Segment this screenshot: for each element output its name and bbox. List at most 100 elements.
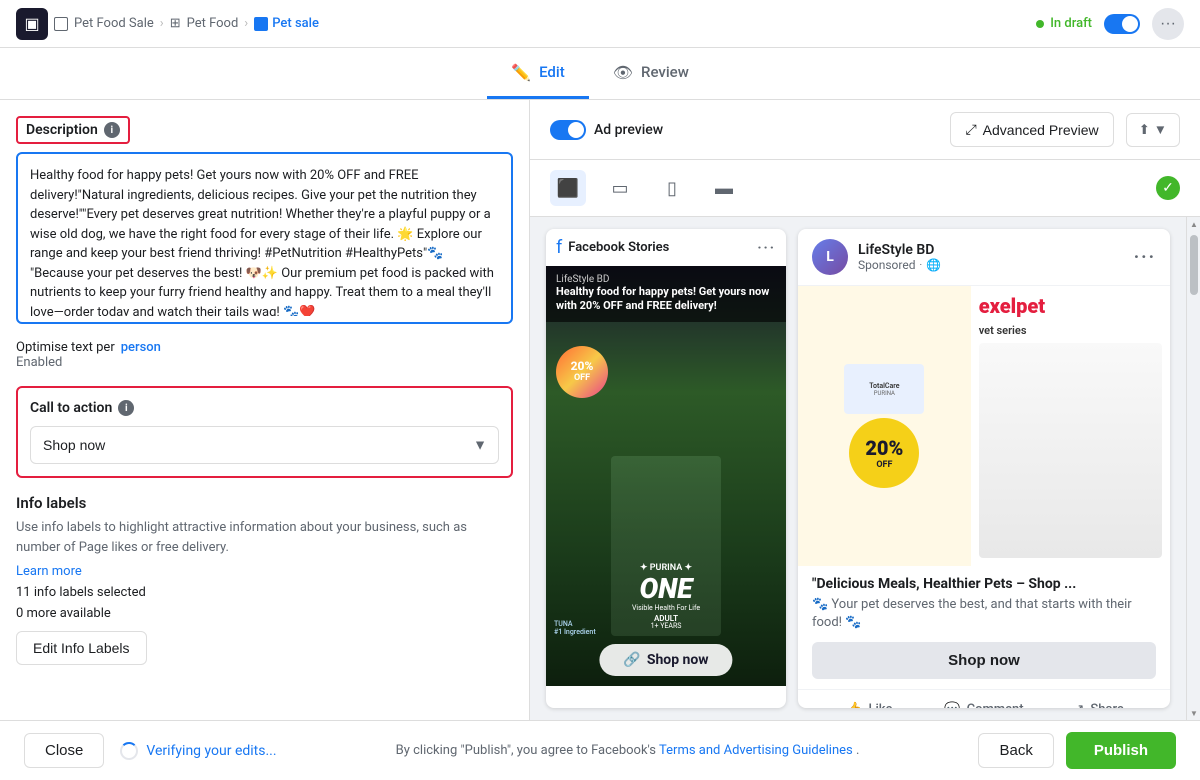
more-button[interactable]: ··· bbox=[1152, 8, 1184, 40]
comment-button[interactable]: 💬 Comment bbox=[927, 694, 1042, 708]
preview-header: Ad preview ⤢ Advanced Preview ⬆ ▼ bbox=[530, 100, 1200, 160]
stories-discount-off: OFF bbox=[574, 374, 590, 384]
feed-product-image bbox=[979, 343, 1162, 558]
learn-more-link[interactable]: Learn more bbox=[16, 564, 82, 579]
optimise-link[interactable]: person bbox=[121, 340, 161, 355]
optimise-label: Optimise text per bbox=[16, 340, 115, 355]
terms-link[interactable]: Terms and Advertising Guidelines bbox=[659, 743, 853, 758]
review-icon: 👁 bbox=[613, 63, 633, 82]
breadcrumb-item-1[interactable]: Pet Food Sale bbox=[54, 16, 154, 31]
advanced-preview-label: Advanced Preview bbox=[983, 122, 1099, 138]
breadcrumb-area: ▣ Pet Food Sale › ⊞ Pet Food › Pet sale bbox=[16, 8, 1028, 40]
device-desktop-button[interactable]: ⬛ bbox=[550, 170, 586, 206]
cta-label-text: Call to action bbox=[30, 400, 112, 416]
share-action-icon: ↗ bbox=[1073, 702, 1084, 708]
tab-edit[interactable]: ✏️ Edit bbox=[487, 49, 589, 99]
device-icons: ⬛ ▭ ▯ ▬ bbox=[550, 170, 742, 206]
description-section: Description i Healthy food for happy pet… bbox=[16, 116, 513, 324]
scroll-down-arrow[interactable]: ▼ bbox=[1187, 706, 1200, 720]
stories-brand: LifeStyle BD bbox=[556, 274, 776, 285]
feed-info: LifeStyle BD Sponsored · 🌐 bbox=[858, 242, 1124, 272]
edit-icon: ✏️ bbox=[511, 63, 531, 82]
back-button[interactable]: Back bbox=[978, 733, 1053, 768]
device-tablet-button[interactable]: ▭ bbox=[602, 170, 638, 206]
feed-more-button[interactable]: ··· bbox=[1134, 247, 1156, 268]
scroll-up-arrow[interactable]: ▲ bbox=[1187, 217, 1200, 231]
preview-content-area: f Facebook Stories ··· LifeStyle BD Heal… bbox=[530, 217, 1186, 720]
feed-products-left: TotalCare PURINA 20% OFF bbox=[844, 364, 924, 488]
like-label: Like bbox=[868, 702, 892, 708]
info-labels-count-available: 0 more available bbox=[16, 606, 513, 621]
share-button[interactable]: ⬆ ▼ bbox=[1126, 113, 1180, 147]
stories-headline: Healthy food for happy pets! Get yours n… bbox=[556, 285, 776, 314]
description-textarea[interactable]: Healthy food for happy pets! Get yours n… bbox=[20, 156, 509, 316]
device-selector: ⬛ ▭ ▯ ▬ ✓ bbox=[530, 160, 1200, 217]
main-content: Description i Healthy food for happy pet… bbox=[0, 100, 1200, 720]
share-action-label: Share bbox=[1090, 702, 1124, 708]
publish-button[interactable]: Publish bbox=[1066, 732, 1176, 769]
device-horizontal-button[interactable]: ▬ bbox=[706, 170, 742, 206]
like-icon: 👍 bbox=[846, 702, 862, 708]
stories-purina-text: ✦ PURINA ✦ ONE Visible Health For Life A… bbox=[632, 564, 700, 631]
optimise-row: Optimise text per person bbox=[16, 340, 513, 355]
feed-image: TotalCare PURINA 20% OFF bbox=[798, 286, 1170, 566]
right-scrollbar[interactable]: ▲ ▼ bbox=[1186, 217, 1200, 720]
feed-image-right: exelpet vet series bbox=[971, 286, 1170, 566]
comment-label: Comment bbox=[967, 702, 1024, 708]
cta-info-icon[interactable]: i bbox=[118, 400, 134, 416]
exelpet-label: exelpet bbox=[979, 294, 1162, 318]
publish-notice-period: . bbox=[856, 743, 859, 758]
globe-icon: 🌐 bbox=[926, 258, 941, 272]
status-toggle[interactable] bbox=[1104, 14, 1140, 34]
discount-off: OFF bbox=[876, 460, 892, 470]
discount-pct: 20% bbox=[865, 436, 903, 460]
sidebar-toggle[interactable]: ▣ bbox=[16, 8, 48, 40]
comment-icon: 💬 bbox=[944, 702, 960, 708]
edit-info-labels-button[interactable]: Edit Info Labels bbox=[16, 631, 147, 665]
share-chevron-icon: ▼ bbox=[1154, 122, 1167, 137]
tab-bar: ✏️ Edit 👁 Review bbox=[0, 48, 1200, 100]
device-mobile-button[interactable]: ▯ bbox=[654, 170, 690, 206]
info-labels-count-selected: 11 info labels selected bbox=[16, 585, 513, 600]
stories-header: f Facebook Stories ··· bbox=[546, 229, 786, 266]
info-labels-title: Info labels bbox=[16, 494, 513, 512]
page-icon bbox=[54, 17, 68, 31]
breadcrumb-active[interactable]: Pet sale bbox=[254, 16, 319, 31]
ad-preview-toggle: Ad preview bbox=[550, 120, 663, 140]
description-header: Description i bbox=[16, 116, 130, 144]
draft-status: In draft bbox=[1036, 16, 1092, 31]
active-icon bbox=[254, 17, 268, 31]
breadcrumb-label-3: Pet sale bbox=[272, 16, 319, 31]
cta-select[interactable]: Shop now Learn More Sign Up Book Now Con… bbox=[30, 426, 499, 464]
stories-image: LifeStyle BD Healthy food for happy pets… bbox=[546, 266, 786, 686]
description-info-icon[interactable]: i bbox=[104, 122, 120, 138]
right-panel: Ad preview ⤢ Advanced Preview ⬆ ▼ ⬛ bbox=[530, 100, 1200, 720]
tab-review[interactable]: 👁 Review bbox=[589, 49, 713, 99]
stories-overlay: LifeStyle BD Healthy food for happy pets… bbox=[546, 266, 786, 322]
breadcrumb-label-1: Pet Food Sale bbox=[74, 16, 154, 31]
share-action-button[interactable]: ↗ Share bbox=[1041, 694, 1156, 708]
sponsored-text: Sponsored bbox=[858, 258, 915, 272]
ad-preview-toggle-switch[interactable] bbox=[550, 120, 586, 140]
tuna-text: TUNA bbox=[554, 620, 596, 628]
vet-series-label: vet series bbox=[979, 324, 1162, 337]
optimise-section: Optimise text per person Enabled bbox=[16, 340, 513, 370]
feed-shop-now-button[interactable]: Shop now bbox=[812, 642, 1156, 679]
feed-brand-name: LifeStyle BD bbox=[858, 242, 1124, 258]
feed-avatar: L bbox=[812, 239, 848, 275]
advanced-preview-button[interactable]: ⤢ Advanced Preview bbox=[950, 112, 1113, 147]
ingredient-text: #1 Ingredient bbox=[554, 628, 596, 636]
stories-label: Facebook Stories bbox=[568, 240, 751, 255]
stories-shop-now-button[interactable]: 🔗 Shop now bbox=[599, 644, 732, 676]
stories-more-button[interactable]: ··· bbox=[757, 240, 776, 256]
close-button[interactable]: Close bbox=[24, 733, 104, 768]
feed-actions: 👍 Like 💬 Comment ↗ Share bbox=[798, 689, 1170, 708]
stories-tuna-label: TUNA #1 Ingredient bbox=[554, 620, 596, 636]
draft-label: In draft bbox=[1050, 16, 1092, 31]
like-button[interactable]: 👍 Like bbox=[812, 694, 927, 708]
verifying-label: Verifying your edits... bbox=[146, 743, 276, 759]
product-brand-text: TotalCare bbox=[869, 382, 899, 390]
stories-shop-now-label: Shop now bbox=[647, 652, 709, 668]
years-label: 1+ YEARS bbox=[632, 623, 700, 631]
breadcrumb-item-2[interactable]: ⊞ Pet Food bbox=[170, 16, 239, 31]
